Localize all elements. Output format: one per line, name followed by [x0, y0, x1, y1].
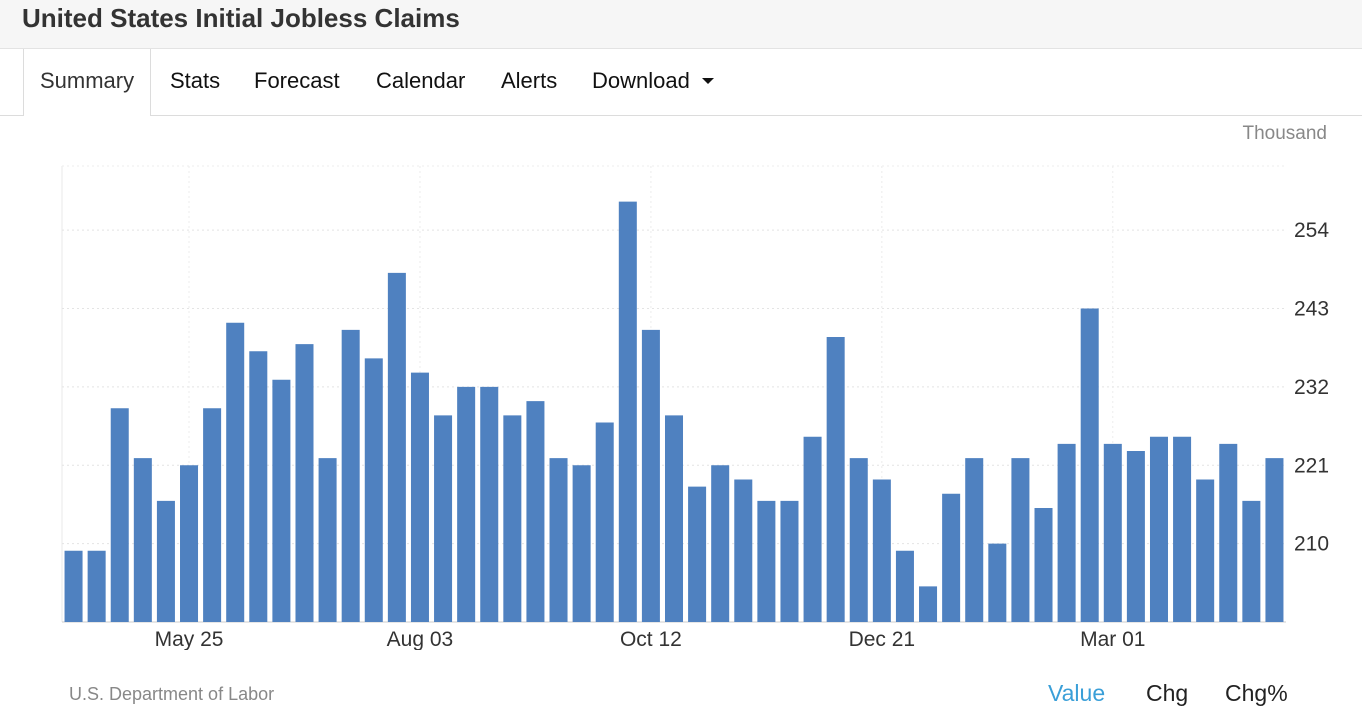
bar	[156, 500, 175, 622]
bar	[87, 550, 106, 622]
tab-download[interactable]: Download	[592, 49, 714, 115]
chart-bars	[64, 201, 1284, 622]
bar	[595, 422, 614, 622]
bar	[318, 458, 337, 622]
bar	[364, 358, 383, 622]
y-tick-label: 221	[1294, 454, 1329, 477]
bar	[688, 486, 707, 622]
bar	[1265, 458, 1284, 622]
x-tick-label: May 25	[155, 628, 224, 650]
bar	[1149, 436, 1168, 622]
bar	[295, 344, 314, 622]
y-tick-label: 254	[1294, 219, 1329, 242]
title-bar: United States Initial Jobless Claims	[0, 0, 1362, 49]
bar	[664, 415, 684, 622]
bar	[180, 465, 199, 622]
caret-down-icon	[701, 78, 714, 84]
bar	[849, 458, 868, 622]
bar	[572, 465, 591, 622]
tab-download-label: Download	[592, 68, 690, 93]
bar	[526, 401, 545, 622]
value-toggle[interactable]: Value	[1048, 680, 1105, 707]
y-tick-label: 243	[1294, 298, 1329, 321]
tab-calendar[interactable]: Calendar	[376, 49, 465, 115]
bar	[480, 386, 499, 622]
bar	[988, 543, 1007, 622]
bar	[919, 586, 938, 622]
bar	[1057, 443, 1076, 622]
bar	[133, 458, 152, 622]
bar	[942, 493, 961, 622]
bar	[1219, 443, 1238, 622]
x-tick-label: Oct 12	[620, 628, 682, 650]
bar	[1080, 308, 1099, 622]
x-axis-ticks: May 25 Aug 03 Oct 12 Dec 21 Mar 01	[155, 628, 1146, 650]
source-label: U.S. Department of Labor	[69, 684, 275, 704]
bar	[826, 337, 845, 622]
chg-pct-toggle[interactable]: Chg%	[1225, 680, 1288, 707]
bar	[1126, 451, 1145, 622]
bar	[457, 386, 476, 622]
bar	[1242, 500, 1261, 622]
bar	[1034, 508, 1053, 622]
tab-summary[interactable]: Summary	[23, 49, 152, 116]
unit-label: Thousand	[1242, 123, 1327, 144]
tab-alerts[interactable]: Alerts	[501, 49, 557, 115]
bar	[341, 329, 360, 622]
bar	[249, 351, 268, 622]
jobless-claims-chart: 210 221 232 243 254 May 25 Aug 03 Oct 12 Dec 21…	[61, 165, 1329, 650]
tab-stats[interactable]: Stats	[170, 49, 220, 115]
tab-forecast[interactable]: Forecast	[254, 49, 340, 115]
y-axis-ticks: 210 221 232 243 254	[1294, 219, 1329, 556]
bar	[872, 479, 891, 622]
bar	[64, 550, 83, 622]
y-tick-label: 232	[1294, 376, 1329, 399]
bar	[387, 272, 406, 622]
bar	[780, 500, 799, 622]
chg-toggle[interactable]: Chg	[1146, 680, 1188, 707]
bar	[226, 322, 245, 622]
bar	[549, 458, 568, 622]
bar	[734, 479, 753, 622]
y-tick-label: 210	[1294, 533, 1329, 556]
bar	[110, 408, 129, 622]
x-tick-label: Mar 01	[1080, 628, 1145, 650]
bar	[803, 436, 822, 622]
bar	[1011, 458, 1030, 622]
bar	[757, 500, 776, 622]
bar	[272, 379, 291, 622]
bar	[711, 465, 730, 622]
bar	[641, 329, 660, 622]
bar	[618, 201, 637, 622]
bar	[1173, 436, 1192, 622]
bar	[965, 458, 984, 622]
x-tick-label: Aug 03	[387, 628, 454, 650]
bar	[410, 372, 429, 622]
bar	[1103, 443, 1122, 622]
bar	[895, 550, 914, 622]
bar	[503, 415, 522, 622]
x-tick-label: Dec 21	[849, 628, 916, 650]
tab-bar: Summary Stats Forecast Calendar Alerts D…	[0, 49, 1362, 116]
page-title: United States Initial Jobless Claims	[22, 3, 460, 33]
bar	[1196, 479, 1215, 622]
bar	[434, 415, 453, 622]
bar	[203, 408, 222, 622]
